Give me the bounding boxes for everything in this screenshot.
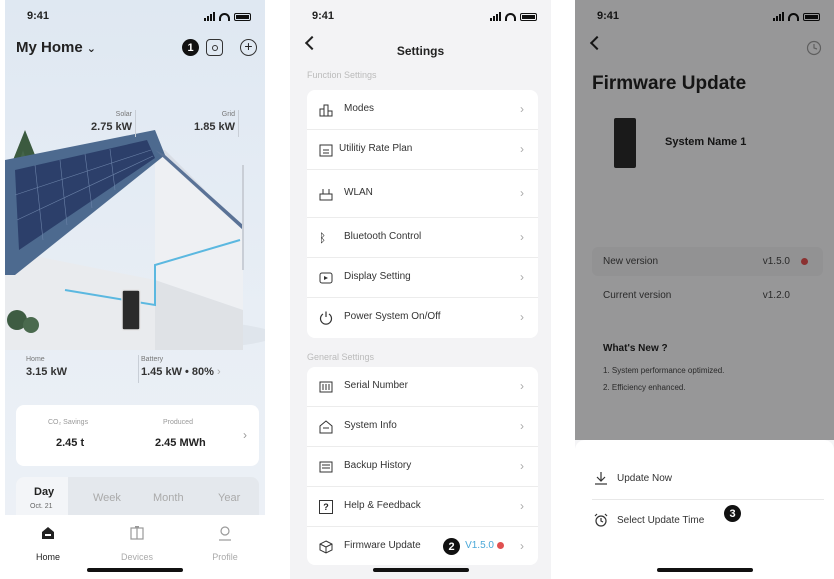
settings-item-bluetooth[interactable]: ᛒ Bluetooth Control › <box>307 218 538 258</box>
profile-icon <box>219 526 231 541</box>
home-selector[interactable]: My Home ⌄ <box>16 39 96 56</box>
firmware-screen: 9:41 Firmware Update System Name 1 New v… <box>575 0 834 579</box>
tab-profile[interactable]: Profile <box>195 525 255 562</box>
home-indicator <box>656 568 753 572</box>
signal-icon <box>204 12 215 21</box>
general-settings-group: Serial Number › System Info › Backup His… <box>307 367 538 565</box>
produced-label: Produced <box>163 419 193 426</box>
status-bar: 9:41 <box>290 10 551 26</box>
firmware-icon <box>319 540 333 554</box>
update-now-button[interactable]: Update Now <box>592 458 824 498</box>
status-bar: 9:41 <box>5 10 265 26</box>
co2-label: CO₂ Savings <box>48 419 89 426</box>
display-icon <box>319 272 333 284</box>
settings-gear-icon[interactable] <box>206 39 223 56</box>
co2-value: 2.45 t <box>56 437 85 449</box>
stat-home: Home 3.15 kW <box>26 356 67 378</box>
settings-screen: 9:41 Settings Function Settings Modes › … <box>290 0 551 579</box>
chevron-right-icon: › <box>520 459 524 473</box>
chevron-down-icon: ⌄ <box>86 43 96 55</box>
step-badge-1: 1 <box>182 39 199 56</box>
function-settings-header: Function Settings <box>307 70 377 80</box>
step-badge-2: 2 <box>443 538 460 555</box>
settings-item-display[interactable]: Display Setting › <box>307 258 538 298</box>
chevron-right-icon: › <box>520 142 524 156</box>
add-icon[interactable]: + <box>240 39 257 56</box>
produced-value: 2.45 MWh <box>155 437 206 449</box>
power-icon <box>319 311 333 325</box>
chevron-right-icon: › <box>520 230 524 244</box>
modes-icon <box>319 104 333 117</box>
select-update-time-button[interactable]: Select Update Time <box>592 500 824 540</box>
step-badge-3: 3 <box>724 505 741 522</box>
stat-battery[interactable]: Battery 1.45 kW • 80% › <box>141 356 221 378</box>
devices-icon <box>130 526 144 540</box>
stat-solar: Solar 2.75 kW <box>91 111 132 133</box>
settings-item-help[interactable]: ? Help & Feedback › <box>307 487 538 527</box>
wifi-icon <box>219 12 230 21</box>
bluetooth-icon: ᛒ <box>319 231 327 245</box>
house-illustration <box>5 130 265 350</box>
page-title: Settings <box>396 44 445 58</box>
period-month[interactable]: Month <box>153 492 184 504</box>
history-icon <box>319 461 333 473</box>
house-icon <box>42 527 54 539</box>
home-indicator <box>372 568 469 572</box>
chevron-right-icon: › <box>520 270 524 284</box>
firmware-version-label: V1.5.0 <box>465 540 494 551</box>
barcode-icon <box>319 381 333 393</box>
download-icon <box>595 472 607 485</box>
settings-item-power[interactable]: Power System On/Off › <box>307 298 538 338</box>
general-settings-header: General Settings <box>307 352 375 362</box>
modal-backdrop[interactable] <box>575 0 834 440</box>
settings-item-firmware[interactable]: Firmware Update 2 V1.5.0 › <box>307 527 538 567</box>
period-day[interactable]: Day Oct. 21 <box>16 477 68 517</box>
chevron-right-icon: › <box>217 366 221 378</box>
function-settings-group: Modes › Utilitiy Rate Plan › WLAN › ᛒ Bl… <box>307 90 538 338</box>
settings-item-modes[interactable]: Modes › <box>307 90 538 130</box>
settings-item-serial[interactable]: Serial Number › <box>307 367 538 407</box>
settings-item-wlan[interactable]: WLAN › <box>307 170 538 218</box>
update-options-sheet: Update Now Select Update Time 3 <box>575 440 834 579</box>
update-dot <box>497 542 504 549</box>
alarm-clock-icon <box>594 513 608 527</box>
home-screen: 9:41 My Home ⌄ 1 + Solar 2.75 kW Grid 1.… <box>5 0 265 579</box>
period-year[interactable]: Year <box>218 492 240 504</box>
period-selector: Day Oct. 21 Week Month Year <box>16 477 259 517</box>
chevron-right-icon: › <box>520 310 524 324</box>
rate-plan-icon <box>319 144 333 157</box>
chevron-right-icon: › <box>520 186 524 200</box>
summary-card[interactable]: CO₂ Savings 2.45 t Produced 2.45 MWh › <box>16 405 259 466</box>
stat-grid: Grid 1.85 kW <box>194 111 235 133</box>
help-icon: ? <box>319 500 333 514</box>
chevron-right-icon: › <box>520 419 524 433</box>
wlan-icon <box>319 189 333 201</box>
wifi-icon <box>505 12 516 21</box>
tab-home[interactable]: Home <box>18 525 78 562</box>
chevron-right-icon: › <box>520 539 524 553</box>
chevron-right-icon: › <box>520 102 524 116</box>
tab-bar: Home Devices Profile <box>5 515 265 579</box>
settings-item-rate-plan[interactable]: Utilitiy Rate Plan › <box>307 130 538 170</box>
battery-icon <box>520 12 537 21</box>
signal-icon <box>490 12 501 21</box>
system-info-icon <box>319 420 333 434</box>
settings-item-system-info[interactable]: System Info › <box>307 407 538 447</box>
chevron-right-icon: › <box>520 499 524 513</box>
chevron-right-icon: › <box>520 379 524 393</box>
period-week[interactable]: Week <box>93 492 121 504</box>
home-indicator <box>87 568 183 572</box>
settings-item-backup-history[interactable]: Backup History › <box>307 447 538 487</box>
status-time: 9:41 <box>27 10 50 22</box>
chevron-right-icon: › <box>243 428 247 442</box>
tab-devices[interactable]: Devices <box>107 525 167 562</box>
battery-icon <box>234 12 251 21</box>
home-title: My Home <box>16 39 83 56</box>
